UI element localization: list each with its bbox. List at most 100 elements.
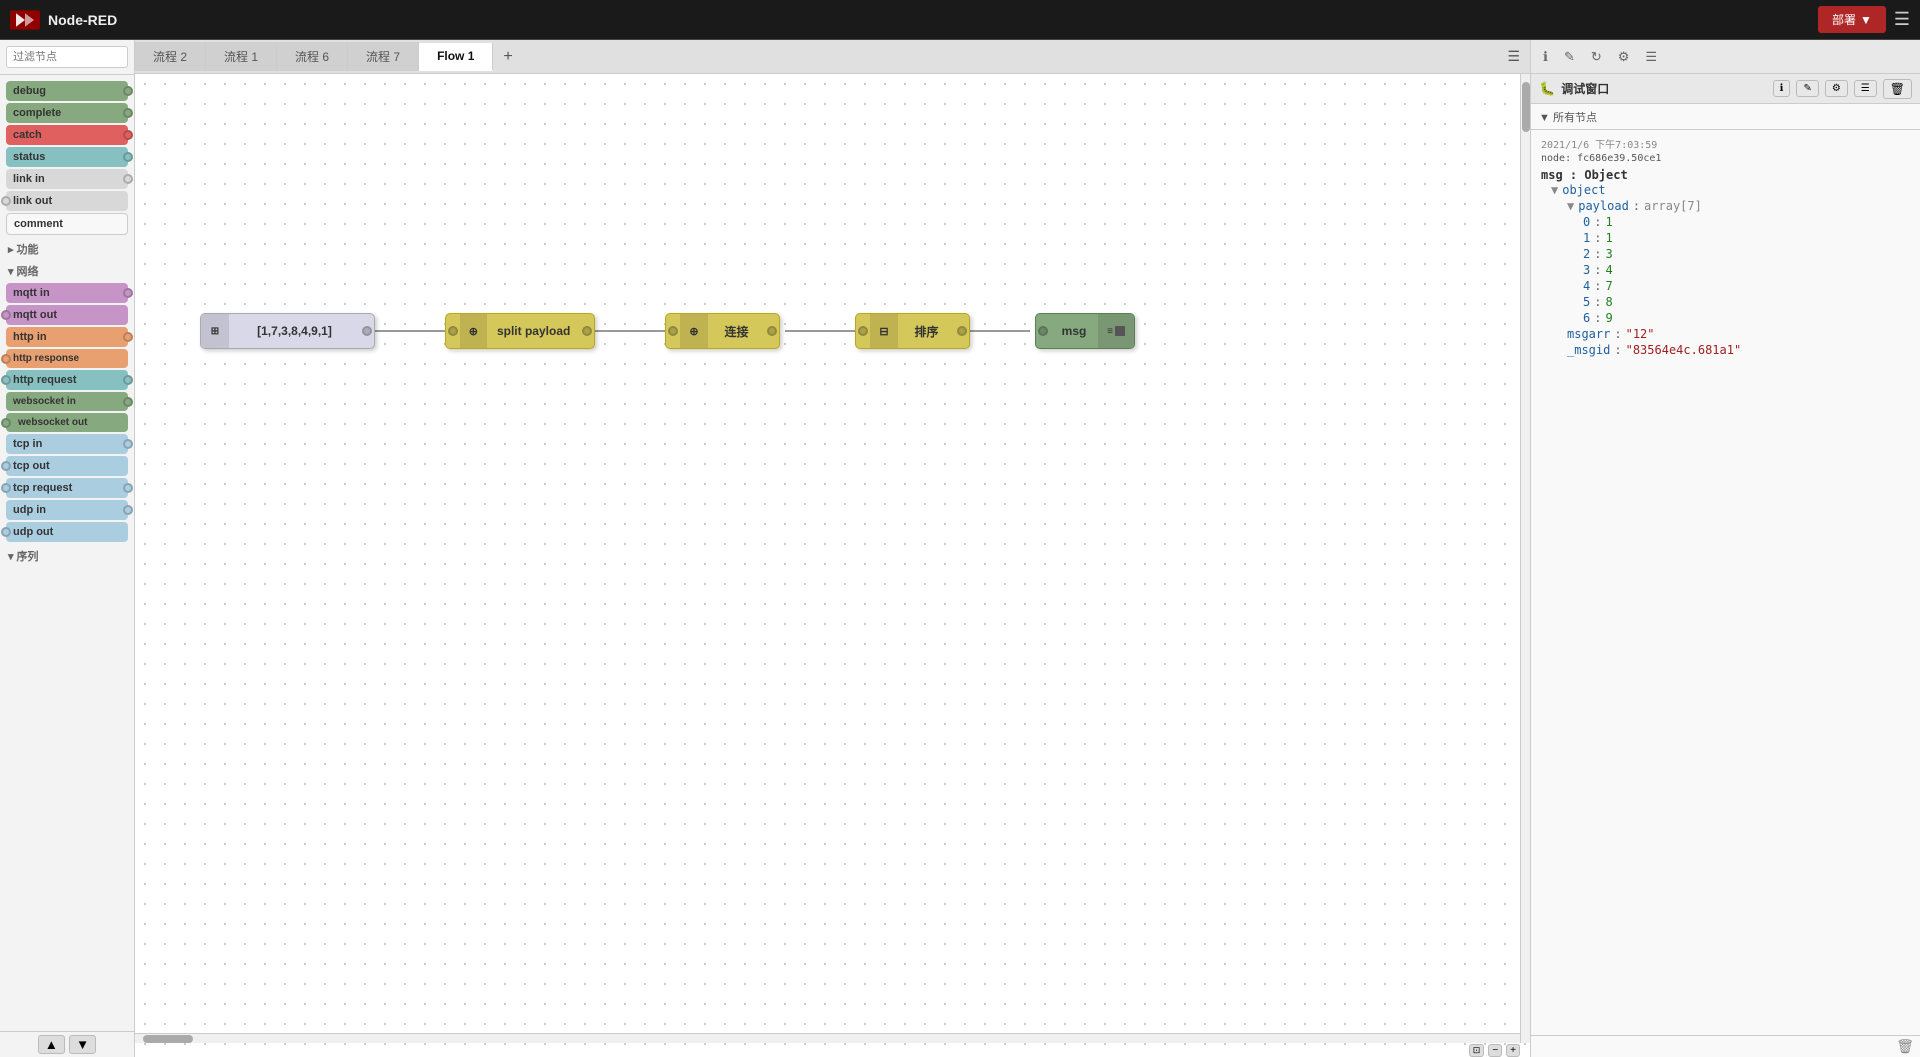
right-panel-delete-btn[interactable]: 🗑 [1883,79,1912,99]
sidebar-item-websocket-in[interactable]: websocket in [6,392,128,411]
tab-liucheng2[interactable]: 流程 2 [135,42,206,71]
sidebar-scroll-down[interactable]: ▼ [69,1035,96,1054]
node-join-port-right [765,326,779,336]
sidebar-item-udp-out[interactable]: udp out [6,522,128,542]
category-gongneng[interactable]: ▸ 功能 [6,237,128,259]
sidebar-item-http-request[interactable]: http request [6,370,128,390]
sidebar-item-mqtt-out[interactable]: mqtt out [6,305,128,325]
sidebar-item-status[interactable]: status [6,147,128,167]
sidebar-item-http-response[interactable]: http response [6,349,128,368]
debug-array-item-1: 1 : 1 [1583,230,1910,246]
node-catch-label: catch [13,129,42,141]
right-panel-action-btn1[interactable]: ℹ [1773,80,1791,97]
right-panel-tabs: ℹ ✎ ↻ ⚙ ☰ [1531,40,1920,74]
debug-object-row: ▼ object [1551,182,1910,198]
canvas-scrollbar-x-thumb[interactable] [143,1035,193,1043]
sidebar-item-websocket-out[interactable]: websocket out [6,413,128,432]
node-httprequest-label: http request [13,374,77,386]
udpout-port-left [1,527,11,537]
node-sort-port-left [856,326,870,336]
canvas-fit-button[interactable]: ⊡ [1469,1044,1485,1057]
right-panel: ℹ ✎ ↻ ⚙ ☰ 🐛 调试窗口 ℹ ✎ ⚙ ☰ 🗑 ▼ 所有节点 2021/1… [1530,40,1920,1057]
node-split[interactable]: ⊕ split payload [445,313,595,349]
category-xulie-expand-icon: ▾ [8,550,14,563]
sidebar-item-udp-in[interactable]: udp in [6,500,128,520]
flow-canvas[interactable]: ⊞ [1,7,3,8,4,9,1] ⊕ split payload [135,74,1530,1057]
tab-flow1[interactable]: Flow 1 [419,43,493,71]
debug2-action-toggle-icon [1115,326,1125,336]
sidebar-item-complete[interactable]: complete [6,103,128,123]
tab-liucheng6[interactable]: 流程 6 [277,42,348,71]
debug-msgarr-key: msgarr [1567,327,1610,341]
httpin-port-right [123,332,133,342]
node-mqttin-label: mqtt in [13,287,50,299]
debug-item-5-sep: : [1594,295,1601,309]
sidebar-item-link-in[interactable]: link in [6,169,128,189]
search-input[interactable] [6,46,128,68]
right-tab-edit-icon[interactable]: ✎ [1558,45,1581,69]
debug-item-2-sep: : [1594,247,1601,261]
sidebar-scroll-up[interactable]: ▲ [38,1035,65,1054]
category-xulie[interactable]: ▾ 序列 [6,544,128,566]
linkout-port-left [1,196,11,206]
right-tab-refresh-icon[interactable]: ↻ [1585,45,1608,69]
sidebar-item-tcp-out[interactable]: tcp out [6,456,128,476]
canvas-scrollbar-y[interactable] [1520,74,1530,1043]
right-tab-settings-icon[interactable]: ⚙ [1612,45,1636,69]
node-join[interactable]: ⊕ 连接 [665,313,780,349]
node-split-port-left [446,326,460,336]
debug-array-item-6: 6 : 9 [1583,310,1910,326]
canvas-bottom-controls: ⊡ − + [1469,1043,1520,1057]
complete-port-right [123,108,133,118]
canvas-scrollbar-y-thumb[interactable] [1522,82,1530,132]
sidebar-item-tcp-request[interactable]: tcp request [6,478,128,498]
tab-liucheng7[interactable]: 流程 7 [348,42,419,71]
debug-payload-expand[interactable]: ▼ [1567,199,1574,213]
right-tab-info-icon[interactable]: ℹ [1537,45,1554,69]
canvas-zoom-in-button[interactable]: + [1506,1044,1520,1057]
right-panel-filter-label[interactable]: ▼ 所有节点 [1539,109,1597,125]
node-sort[interactable]: ⊟ 排序 [855,313,970,349]
canvas-nodes-layer: ⊞ [1,7,3,8,4,9,1] ⊕ split payload [135,74,1530,1057]
tab-liucheng1[interactable]: 流程 1 [206,42,277,71]
debug-object-expand[interactable]: ▼ [1551,183,1558,197]
node-inject-icon: ⊞ [201,314,229,348]
sidebar-item-catch[interactable]: catch [6,125,128,145]
debug-payload-type: array[7] [1644,199,1702,213]
right-panel-action-btn4[interactable]: ☰ [1854,80,1877,97]
sidebar-item-debug[interactable]: debug [6,81,128,101]
sidebar-item-mqtt-in[interactable]: mqtt in [6,283,128,303]
canvas-zoom-out-button[interactable]: − [1488,1044,1502,1057]
debug-msgarr-sep: : [1614,327,1621,341]
join-left-dot [668,326,678,336]
node-join-label: 连接 [708,323,765,340]
tcprequest-port-right [123,483,133,493]
node-split-port-right [580,326,594,336]
node-udpin-label: udp in [13,504,46,516]
node-inject[interactable]: ⊞ [1,7,3,8,4,9,1] [200,313,375,349]
httprequest-port-right [123,375,133,385]
right-panel-action-btn2[interactable]: ✎ [1796,80,1818,97]
node-debug2-action[interactable]: ≡ [1098,314,1134,348]
right-tab-list-icon[interactable]: ☰ [1639,45,1663,69]
sidebar-item-link-out[interactable]: link out [6,191,128,211]
node-httpresponse-label: http response [13,353,79,364]
category-wangluo[interactable]: ▾ 网络 [6,259,128,281]
sidebar-item-comment[interactable]: comment [6,213,128,235]
hamburger-menu-icon[interactable]: ☰ [1894,9,1910,30]
right-panel-action-btn3[interactable]: ⚙ [1825,80,1848,97]
debug-msgarr-row: msgarr : "12" [1567,326,1910,342]
wsout-port-left [1,418,11,428]
tab-add-button[interactable]: + [493,42,522,72]
deploy-button[interactable]: 部署 ▼ [1818,6,1886,33]
tab-menu-button[interactable]: ☰ [1497,42,1530,71]
sidebar-item-http-in[interactable]: http in [6,327,128,347]
node-debug2[interactable]: msg ≡ [1035,313,1135,349]
canvas-scrollbar-x[interactable] [135,1033,1530,1043]
sidebar-search-area [0,40,134,75]
right-panel-clear-btn[interactable]: 🗑 [1896,1038,1914,1055]
sidebar-item-tcp-in[interactable]: tcp in [6,434,128,454]
debug-msg-type: msg : Object [1541,168,1910,182]
node-httpin-label: http in [13,331,47,343]
debug-item-0-key: 0 [1583,215,1590,229]
